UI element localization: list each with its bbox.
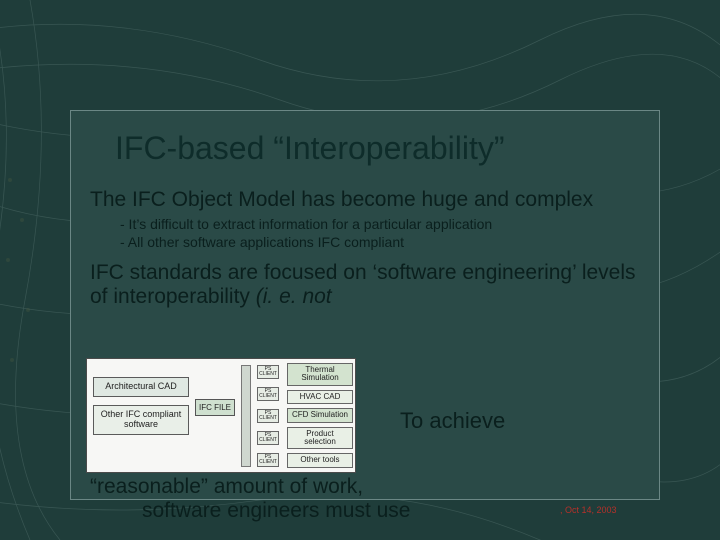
sub-bullets: - It’s difficult to extract information … (120, 216, 645, 251)
diagram-thermal: Thermal Simulation (287, 363, 353, 386)
diagram-vertical-band (241, 365, 251, 467)
diagram-arch-cad: Architectural CAD (93, 377, 189, 397)
diagram-ps-client-2: PS CLIENT (257, 387, 279, 401)
diagram-hvac: HVAC CAD (287, 390, 353, 404)
diagram-other-tools: Other tools (287, 453, 353, 467)
lower-text: “reasonable” amount of work, software en… (90, 475, 650, 523)
sub-bullet-2: - All other software applications IFC co… (120, 234, 645, 252)
footer-date: , Oct 14, 2003 (560, 505, 617, 515)
diagram-ps-client-4: PS CLIENT (257, 431, 279, 445)
paragraph-1: The IFC Object Model has become huge and… (90, 188, 645, 212)
diagram-ps-client-5: PS CLIENT (257, 453, 279, 467)
to-achieve-text: To achieve (400, 408, 505, 434)
diagram-product: Product selection (287, 427, 353, 450)
slide-body: The IFC Object Model has become huge and… (90, 188, 645, 309)
diagram-ifc-file: IFC FILE (195, 399, 235, 416)
lower-line-1: “reasonable” amount of work, (90, 475, 650, 499)
paragraph-2: IFC standards are focused on ‘software e… (90, 261, 645, 309)
diagram-ps-client-1: PS CLIENT (257, 365, 279, 379)
sub-bullet-1: - It’s difficult to extract information … (120, 216, 645, 234)
diagram-ps-client-3: PS CLIENT (257, 409, 279, 423)
diagram-other-ifc: Other IFC compliant software (93, 405, 189, 435)
ifc-diagram: Architectural CAD Other IFC compliant so… (86, 358, 356, 473)
paragraph-2-main: IFC standards are focused on ‘software e… (90, 261, 636, 308)
paragraph-2-italic: (i. e. not (256, 285, 332, 308)
slide-title: IFC-based “Interoperability” (115, 130, 504, 167)
diagram-cfd: CFD Simulation (287, 408, 353, 422)
